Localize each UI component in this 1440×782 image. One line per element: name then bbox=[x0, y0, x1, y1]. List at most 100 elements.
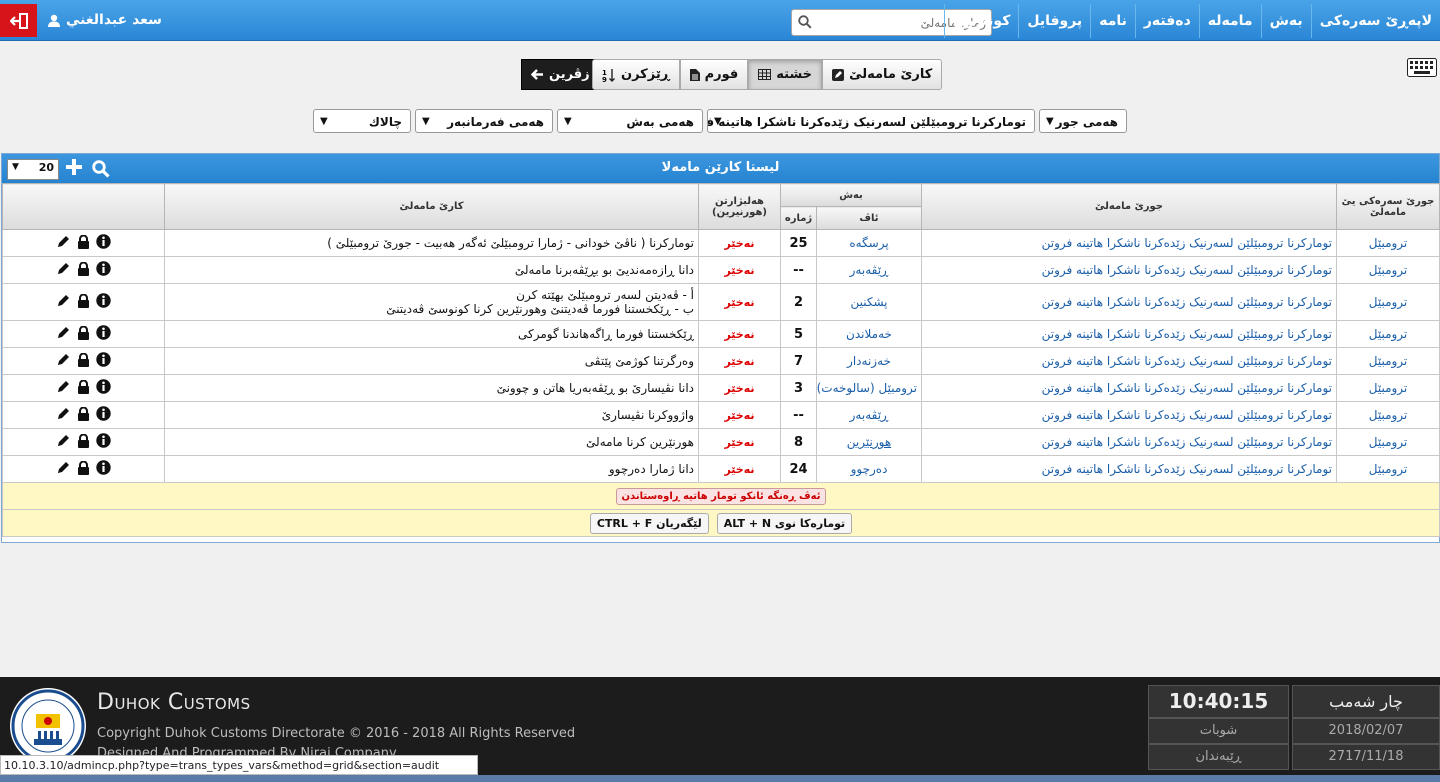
nav-item-profile[interactable]: پروفایل bbox=[1018, 4, 1090, 38]
stopped-legend-badge: ئەڤ ڕەنگە ئانکو تومار هاتیە ڕاوەستاندن bbox=[615, 487, 827, 505]
lock-icon[interactable] bbox=[77, 293, 90, 308]
type-filter-select[interactable]: هەمی جور ▼ bbox=[1039, 109, 1127, 133]
col-header-number: ژمارە bbox=[780, 206, 817, 230]
row-type[interactable]: ترومبێل bbox=[1336, 455, 1440, 483]
lock-icon[interactable] bbox=[77, 379, 90, 394]
edit-icon[interactable] bbox=[56, 433, 71, 448]
row-place[interactable]: خەزنەدار bbox=[816, 347, 922, 375]
lock-icon[interactable] bbox=[77, 325, 90, 340]
info-icon[interactable] bbox=[96, 460, 111, 475]
kind-filter-select[interactable]: تومارکرنا ترومبێلێن لسەرنیک زێدەکرنا ناش… bbox=[707, 109, 1035, 133]
info-icon[interactable] bbox=[96, 234, 111, 249]
lock-icon[interactable] bbox=[77, 406, 90, 421]
nav-item-ledger[interactable]: دەفتەر bbox=[1134, 4, 1199, 38]
page-size-select[interactable]: 20 ▼ bbox=[7, 159, 59, 180]
edit-icon[interactable] bbox=[56, 352, 71, 367]
info-icon[interactable] bbox=[96, 406, 111, 421]
back-button[interactable]: زڤرین bbox=[521, 59, 600, 90]
col-header-section: بەش bbox=[780, 183, 922, 207]
grid-button[interactable]: خشتە bbox=[748, 59, 823, 90]
table-row: ترومبێل تومارکرنا ترومبێلێن لسەرنیک زێدەک… bbox=[2, 320, 1440, 348]
row-kind[interactable]: تومارکرنا ترومبێلێن لسەرنیک زێدەکرنا ناش… bbox=[921, 229, 1337, 257]
edit-icon[interactable] bbox=[56, 460, 71, 475]
form-button[interactable]: فورم bbox=[679, 59, 749, 90]
table-row: ترومبێل تومارکرنا ترومبێلێن لسەرنیک زێدەک… bbox=[2, 256, 1440, 284]
search-icon[interactable] bbox=[798, 15, 812, 29]
row-type[interactable]: ترومبێل bbox=[1336, 401, 1440, 429]
lock-icon[interactable] bbox=[77, 433, 90, 448]
user-icon bbox=[48, 14, 60, 27]
nav-item-control[interactable]: کونترول bbox=[943, 4, 1018, 38]
sort-icon: 19 bbox=[602, 68, 615, 82]
row-type[interactable]: ترومبێل bbox=[1336, 283, 1440, 321]
info-icon[interactable] bbox=[96, 433, 111, 448]
lock-icon[interactable] bbox=[77, 234, 90, 249]
row-kind[interactable]: تومارکرنا ترومبێلێن لسەرنیک زێدەکرنا ناش… bbox=[921, 283, 1337, 321]
row-kind[interactable]: تومارکرنا ترومبێلێن لسەرنیک زێدەکرنا ناش… bbox=[921, 256, 1337, 284]
row-place[interactable]: خەملاندن bbox=[816, 320, 922, 348]
edit-icon[interactable] bbox=[56, 261, 71, 276]
row-type[interactable]: ترومبێل bbox=[1336, 428, 1440, 456]
row-kind[interactable]: تومارکرنا ترومبێلێن لسەرنیک زێدەکرنا ناش… bbox=[921, 320, 1337, 348]
nav-item-letter[interactable]: نامە bbox=[1090, 4, 1135, 38]
row-place[interactable]: ترومبێل (سالوخەت) bbox=[816, 374, 922, 402]
sort-button[interactable]: 19 ڕێزکرن bbox=[592, 59, 680, 90]
status-filter-select[interactable]: چالاك ▼ bbox=[313, 109, 411, 133]
section-filter-select[interactable]: هەمی بەش ▼ bbox=[557, 109, 703, 133]
info-icon[interactable] bbox=[96, 261, 111, 276]
row-place[interactable]: پرسگەه bbox=[816, 229, 922, 257]
shortcut-find[interactable]: لێگەریان CTRL + F bbox=[589, 512, 709, 534]
row-kind[interactable]: تومارکرنا ترومبێلێن لسەرنیک زێدەکرنا ناش… bbox=[921, 455, 1337, 483]
add-icon[interactable] bbox=[65, 158, 83, 176]
row-kind[interactable]: تومارکرنا ترومبێلێن لسەرنیک زێدەکرنا ناش… bbox=[921, 374, 1337, 402]
info-icon[interactable] bbox=[96, 379, 111, 394]
row-place[interactable]: پشکنین bbox=[816, 283, 922, 321]
browser-status-url: 10.10.3.10/admincp.php?type=trans_types_… bbox=[0, 755, 478, 775]
row-optional: نەخێر bbox=[698, 428, 781, 456]
info-icon[interactable] bbox=[96, 293, 111, 308]
row-number: -- bbox=[780, 401, 817, 429]
shortcut-new[interactable]: تومارەکا نوی ALT + N bbox=[716, 512, 853, 534]
row-kind[interactable]: تومارکرنا ترومبێلێن لسەرنیک زێدەکرنا ناش… bbox=[921, 347, 1337, 375]
row-work-line1: أ - ڤەدیتن لسەر ترومبێلێ بهێتە کرن bbox=[516, 288, 694, 302]
row-type[interactable]: ترومبێل bbox=[1336, 256, 1440, 284]
lock-icon[interactable] bbox=[77, 261, 90, 276]
info-icon[interactable] bbox=[96, 325, 111, 340]
main-nav: لاپەڕێ سەرەکی بەش مامەلە دەفتەر نامە پرو… bbox=[943, 4, 1440, 38]
row-place[interactable]: ڕێڤەبەر bbox=[816, 401, 922, 429]
user-profile[interactable]: سعد عبدالغني bbox=[48, 12, 162, 28]
keyboard-icon[interactable] bbox=[1407, 58, 1437, 77]
row-kind[interactable]: تومارکرنا ترومبێلێن لسەرنیک زێدەکرنا ناش… bbox=[921, 428, 1337, 456]
nav-item-home[interactable]: لاپەڕێ سەرەکی bbox=[1310, 4, 1440, 38]
chevron-down-icon: ▼ bbox=[714, 116, 722, 127]
logout-button[interactable] bbox=[0, 4, 37, 37]
row-work: أ - ڤەدیتن لسەر ترومبێلێ بهێتە کرن ب - ڕێ… bbox=[164, 283, 699, 321]
search-icon[interactable] bbox=[92, 160, 110, 178]
row-place[interactable]: دەرچوو bbox=[816, 455, 922, 483]
row-type[interactable]: ترومبێل bbox=[1336, 374, 1440, 402]
chevron-down-icon: ▼ bbox=[12, 162, 19, 172]
edit-icon[interactable] bbox=[56, 234, 71, 249]
row-place[interactable]: ڕێڤەبەر bbox=[816, 256, 922, 284]
row-type[interactable]: ترومبێل bbox=[1336, 320, 1440, 348]
row-type[interactable]: ترومبێل bbox=[1336, 229, 1440, 257]
row-kind[interactable]: تومارکرنا ترومبێلێن لسەرنیک زێدەکرنا ناش… bbox=[921, 401, 1337, 429]
info-icon[interactable] bbox=[96, 352, 111, 367]
row-actions bbox=[2, 347, 165, 375]
edit-icon[interactable] bbox=[56, 293, 71, 308]
legend-cell: ئەڤ ڕەنگە ئانکو تومار هاتیە ڕاوەستاندن bbox=[2, 482, 1440, 510]
row-optional: نەخێر bbox=[698, 374, 781, 402]
nav-item-section[interactable]: بەش bbox=[1260, 4, 1311, 38]
lock-icon[interactable] bbox=[77, 460, 90, 475]
edit-icon[interactable] bbox=[56, 406, 71, 421]
edit-icon[interactable] bbox=[56, 325, 71, 340]
shortcuts-cell: تومارەکا نوی ALT + N لێگەریان CTRL + F bbox=[2, 509, 1440, 537]
lock-icon[interactable] bbox=[77, 352, 90, 367]
task-button[interactable]: کارێ مامەلێ bbox=[822, 59, 943, 90]
nav-item-transactions[interactable]: مامەلە bbox=[1198, 4, 1261, 38]
row-work-line2: ب - ڕێکخستنا فورما ڤەدیتنێ وهورنێرین کرن… bbox=[386, 302, 694, 316]
edit-icon[interactable] bbox=[56, 379, 71, 394]
employee-filter-select[interactable]: هەمی فەرمانبەر ▼ bbox=[415, 109, 553, 133]
row-place[interactable]: هورنێرین bbox=[816, 428, 922, 456]
row-type[interactable]: ترومبێل bbox=[1336, 347, 1440, 375]
